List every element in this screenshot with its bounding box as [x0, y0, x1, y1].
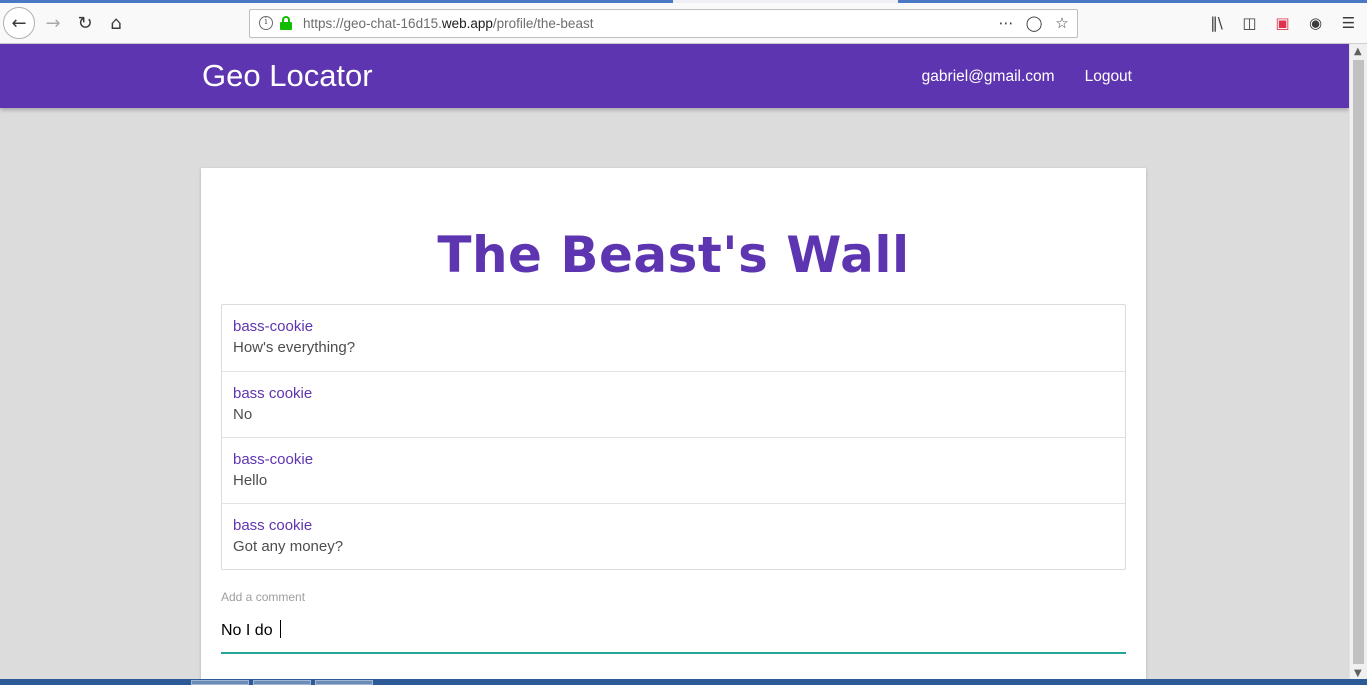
lock-icon[interactable] [280, 16, 292, 30]
account-icon[interactable]: ◉ [1307, 13, 1324, 33]
pocket-extension-icon[interactable]: ▣ [1274, 13, 1291, 33]
taskbar-item[interactable] [253, 680, 311, 685]
toolbar-right: ‖\ ◫ ▣ ◉ ☰ [1208, 13, 1357, 33]
user-email-link[interactable]: gabriel@gmail.com [922, 68, 1055, 86]
comment-text: How's everything? [233, 339, 356, 356]
comment-list: bass-cookie How's everything? bass cooki… [221, 304, 1126, 570]
comment-item: bass-cookie Hello [222, 437, 1125, 503]
browser-toolbar: ← → ↻ ⌂ i https://geo-chat-16d15.web.app… [0, 3, 1367, 44]
comment-text: Got any money? [233, 538, 344, 555]
header-nav: gabriel@gmail.com Logout [922, 68, 1132, 86]
url-actions: ⋯ ◯ ☆ [997, 13, 1071, 33]
comment-text: No [233, 406, 253, 423]
comment-item: bass-cookie How's everything? [222, 305, 1125, 371]
pocket-icon[interactable]: ◯ [1025, 13, 1043, 33]
library-icon[interactable]: ‖\ [1208, 13, 1225, 33]
sidebar-icon[interactable]: ◫ [1241, 13, 1258, 33]
more-icon[interactable]: ⋯ [997, 13, 1015, 33]
comment-input-value: No I do [221, 622, 278, 639]
comment-input-label: Add a comment [221, 590, 306, 604]
menu-icon[interactable]: ☰ [1340, 13, 1357, 33]
taskbar-item[interactable] [191, 680, 249, 685]
forward-icon[interactable]: → [38, 8, 68, 38]
logout-link[interactable]: Logout [1085, 68, 1132, 86]
page-title: The Beast's Wall [437, 226, 910, 284]
brand-logo[interactable]: Geo Locator [202, 58, 373, 94]
page-scrollbar[interactable]: ▲ ▼ [1349, 44, 1367, 685]
app-header: Geo Locator gabriel@gmail.com Logout [0, 44, 1349, 108]
comment-input[interactable]: No I do [221, 616, 1126, 654]
wall-card: The Beast's Wall bass-cookie How's every… [201, 168, 1146, 685]
bookmark-star-icon[interactable]: ☆ [1053, 13, 1071, 33]
scroll-thumb[interactable] [1353, 60, 1364, 664]
comment-author: bass-cookie [233, 318, 314, 335]
taskbar-item[interactable] [315, 680, 373, 685]
comment-author: bass cookie [233, 517, 313, 534]
comment-author: bass-cookie [233, 451, 314, 468]
text-caret [280, 620, 282, 638]
comment-item: bass cookie No [222, 371, 1125, 437]
info-icon[interactable]: i [259, 16, 273, 30]
comment-text: Hello [233, 472, 268, 489]
reload-icon[interactable]: ↻ [70, 8, 100, 38]
comment-item: bass cookie Got any money? [222, 503, 1125, 569]
url-text[interactable]: https://geo-chat-16d15.web.app/profile/t… [303, 16, 593, 31]
home-icon[interactable]: ⌂ [101, 8, 131, 38]
back-icon[interactable]: ← [3, 7, 35, 39]
os-taskbar [0, 679, 1367, 685]
url-bar[interactable]: i https://geo-chat-16d15.web.app/profile… [249, 9, 1078, 38]
scroll-down-icon[interactable]: ▼ [1354, 668, 1362, 679]
comment-author: bass cookie [233, 385, 313, 402]
scroll-up-icon[interactable]: ▲ [1354, 46, 1362, 57]
